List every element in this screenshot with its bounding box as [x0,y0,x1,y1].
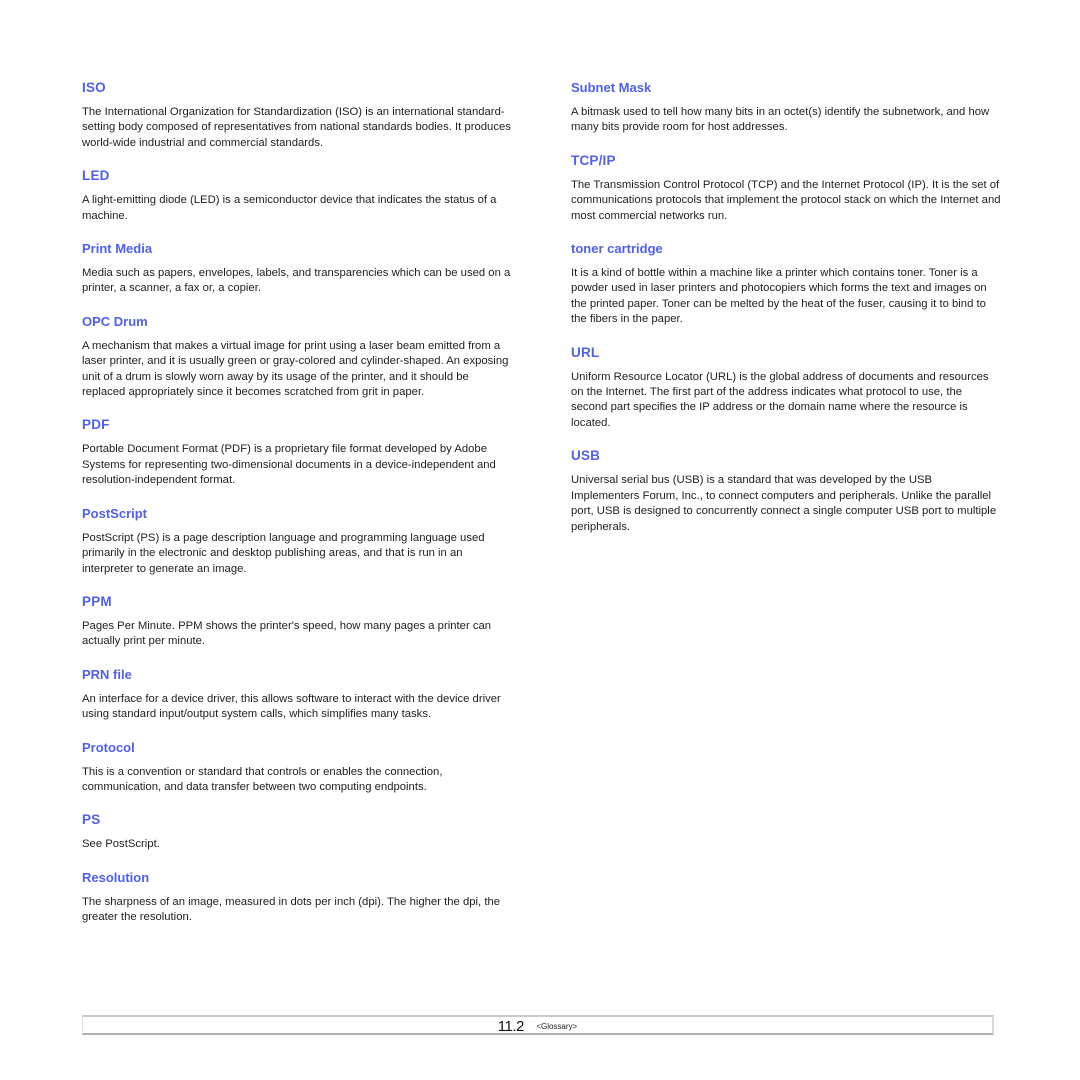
term-heading: PRN file [82,666,132,682]
chapter-name: <Glossary> [536,1022,578,1031]
term-heading: Subnet Mask [571,80,652,95]
term-definition: A light-emitting diode (LED) is a semico… [82,194,497,222]
glossary-entry-url: URL Uniform Resource Locator (URL) is th… [571,345,1001,432]
page-footer: 11.2 <Glossary> [82,1015,994,1035]
term-definition: The Transmission Control Protocol (TCP) … [571,178,1001,222]
glossary-entry-resolution: Resolution The sharpness of an image, me… [82,870,512,926]
glossary-right-column: Subnet Mask A bitmask used to tell how m… [571,80,1001,552]
term-heading: USB [571,448,601,464]
glossary-left-column: ISO The International Organization for S… [82,80,512,943]
term-heading: Print Media [82,241,153,257]
term-definition: The sharpness of an image, measured in d… [82,895,501,924]
glossary-entry-prn-file: PRN file An interface for a device drive… [82,667,512,723]
term-definition: A mechanism that makes a virtual image f… [82,339,509,399]
term-definition: Media such as papers, envelopes, labels,… [82,267,511,295]
term-definition: Portable Document Format (PDF) is a prop… [82,443,496,487]
term-definition: It is a kind of bottle within a machine … [571,267,987,326]
glossary-entry-postscript: PostScript PostScript (PS) is a page des… [82,506,512,577]
glossary-entry-pdf: PDF Portable Document Format (PDF) is a … [82,417,512,488]
term-heading: PostScript [82,505,148,521]
term-definition: Pages Per Minute. PPM shows the printer'… [82,619,492,648]
glossary-entry-usb: USB Universal serial bus (USB) is a stan… [571,448,1001,535]
term-heading: LED [82,168,110,184]
glossary-entry-print-media: Print Media Media such as papers, envelo… [82,241,512,297]
term-definition: A bitmask used to tell how many bits in … [571,106,990,134]
glossary-entry-ps: PS See PostScript. [82,812,512,852]
term-definition: Universal serial bus (USB) is a standard… [571,474,997,533]
term-heading: PS [82,812,101,828]
glossary-entry-led: LED A light-emitting diode (LED) is a se… [82,168,512,224]
glossary-entry-iso: ISO The International Organization for S… [82,80,512,151]
term-heading: Protocol [82,739,135,755]
glossary-entry-subnet-mask: Subnet Mask A bitmask used to tell how m… [571,80,1001,136]
glossary-entry-ppm: PPM Pages Per Minute. PPM shows the prin… [82,594,512,650]
term-definition: PostScript (PS) is a page description la… [82,531,485,575]
glossary-entry-protocol: Protocol This is a convention or standar… [82,740,512,796]
footer-label: 11.2 <Glossary> [83,1018,992,1036]
term-heading: TCP/IP [571,152,616,168]
term-heading: ISO [82,80,106,95]
term-definition: Uniform Resource Locator (URL) is the gl… [571,370,989,429]
term-heading: PDF [82,417,110,433]
glossary-entry-opc-drum: OPC Drum A mechanism that makes a virtua… [82,314,512,401]
term-definition: An interface for a device driver, this a… [82,692,501,721]
term-definition: The International Organization for Stand… [82,106,511,149]
term-heading: URL [571,344,600,360]
glossary-entry-tcp-ip: TCP/IP The Transmission Control Protocol… [571,153,1001,224]
term-heading: toner cartridge [571,241,663,257]
term-heading: OPC Drum [82,313,148,329]
term-definition: See PostScript. [82,838,160,851]
term-heading: Resolution [82,869,150,885]
term-definition: This is a convention or standard that co… [82,765,443,793]
page-number: 11.2 [497,1018,525,1035]
term-heading: PPM [82,593,112,609]
glossary-entry-toner-cartridge: toner cartridge It is a kind of bottle w… [571,241,1001,328]
